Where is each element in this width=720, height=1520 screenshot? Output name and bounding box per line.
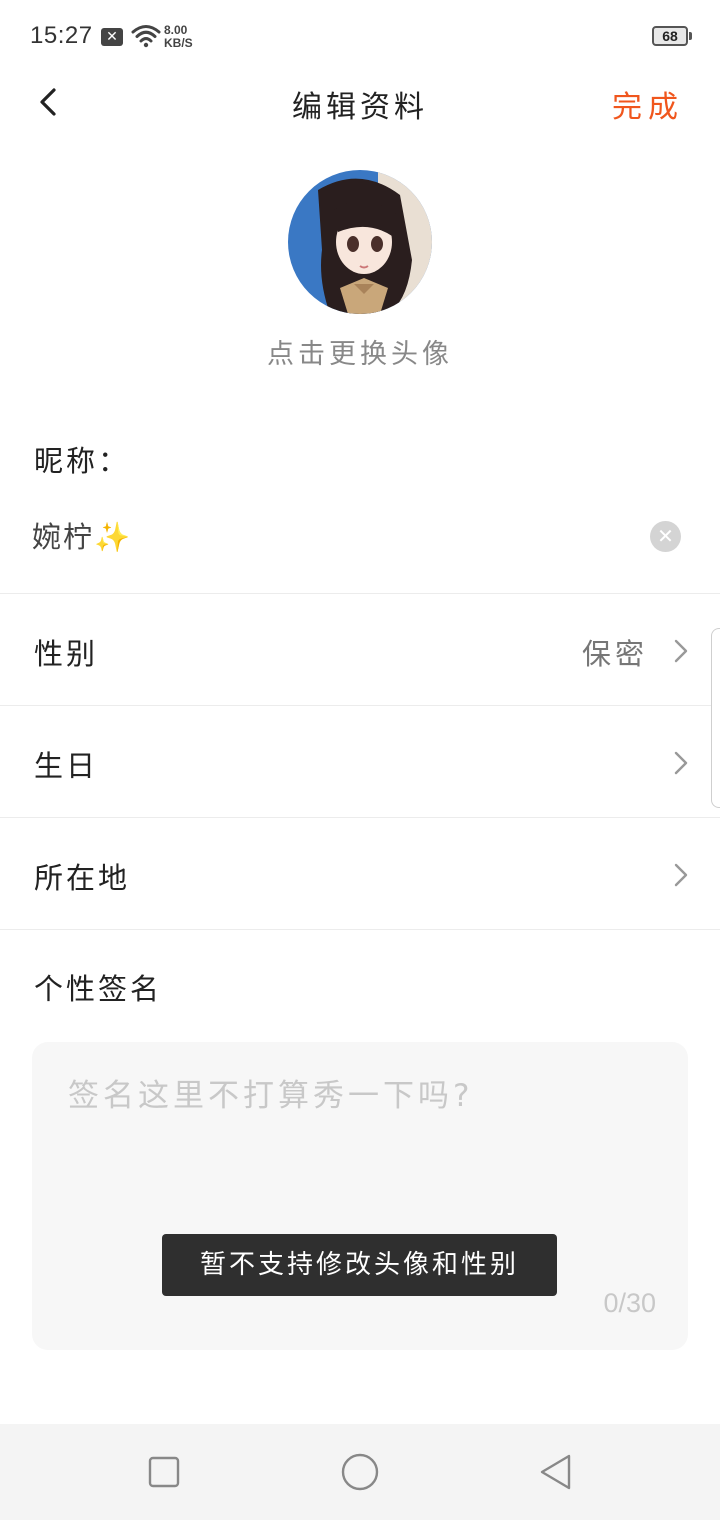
divider <box>0 929 720 930</box>
avatar-image <box>288 170 432 314</box>
avatar[interactable] <box>288 170 432 314</box>
row-location[interactable]: 所在地 <box>0 819 720 929</box>
battery-icon: 68 <box>652 26 692 46</box>
signature-label: 个性签名 <box>34 972 163 1006</box>
clear-circle-icon[interactable]: ✕ <box>650 521 681 552</box>
triangle-back-icon[interactable] <box>536 1452 576 1492</box>
nickname-input[interactable]: 婉柠✨ <box>32 514 132 556</box>
signature-placeholder: 签名这里不打算秀一下吗? <box>68 1078 474 1114</box>
change-avatar-hint[interactable]: 点击更换头像 <box>0 332 720 371</box>
nickname-label: 昵称： <box>34 444 131 478</box>
signature-counter: 0/30 <box>603 1288 656 1318</box>
wifi-icon <box>131 25 161 48</box>
row-gender[interactable]: 性别 保密 <box>0 595 720 705</box>
network-speed: 8.00 KB/S <box>164 24 193 50</box>
chevron-right-icon <box>674 751 688 775</box>
edge-panel-handle[interactable] <box>711 628 720 808</box>
row-gender-label: 性别 <box>34 637 99 671</box>
header: 编辑资料 完成 <box>0 72 720 132</box>
battery-level: 68 <box>662 28 678 44</box>
status-time: 15:27 <box>30 22 93 49</box>
row-location-label: 所在地 <box>34 861 131 895</box>
signature-input[interactable]: 签名这里不打算秀一下吗? 0/30 <box>32 1042 688 1350</box>
divider <box>0 705 720 706</box>
status-bar: 15:27 ✕ 8.00 KB/S 68 <box>0 0 720 72</box>
done-button[interactable]: 完成 <box>612 82 684 126</box>
chevron-right-icon <box>674 863 688 887</box>
divider <box>0 593 720 594</box>
row-birthday[interactable]: 生日 <box>0 707 720 817</box>
row-gender-value: 保密 <box>581 637 648 671</box>
chevron-right-icon <box>674 639 688 663</box>
close-box-icon: ✕ <box>101 28 123 46</box>
square-icon[interactable] <box>144 1452 184 1492</box>
toast-message: 暂不支持修改头像和性别 <box>162 1234 557 1296</box>
navigation-bar <box>0 1424 720 1520</box>
divider <box>0 817 720 818</box>
network-speed-unit: KB/S <box>164 36 193 50</box>
row-birthday-label: 生日 <box>34 749 99 783</box>
circle-icon[interactable] <box>340 1452 380 1492</box>
